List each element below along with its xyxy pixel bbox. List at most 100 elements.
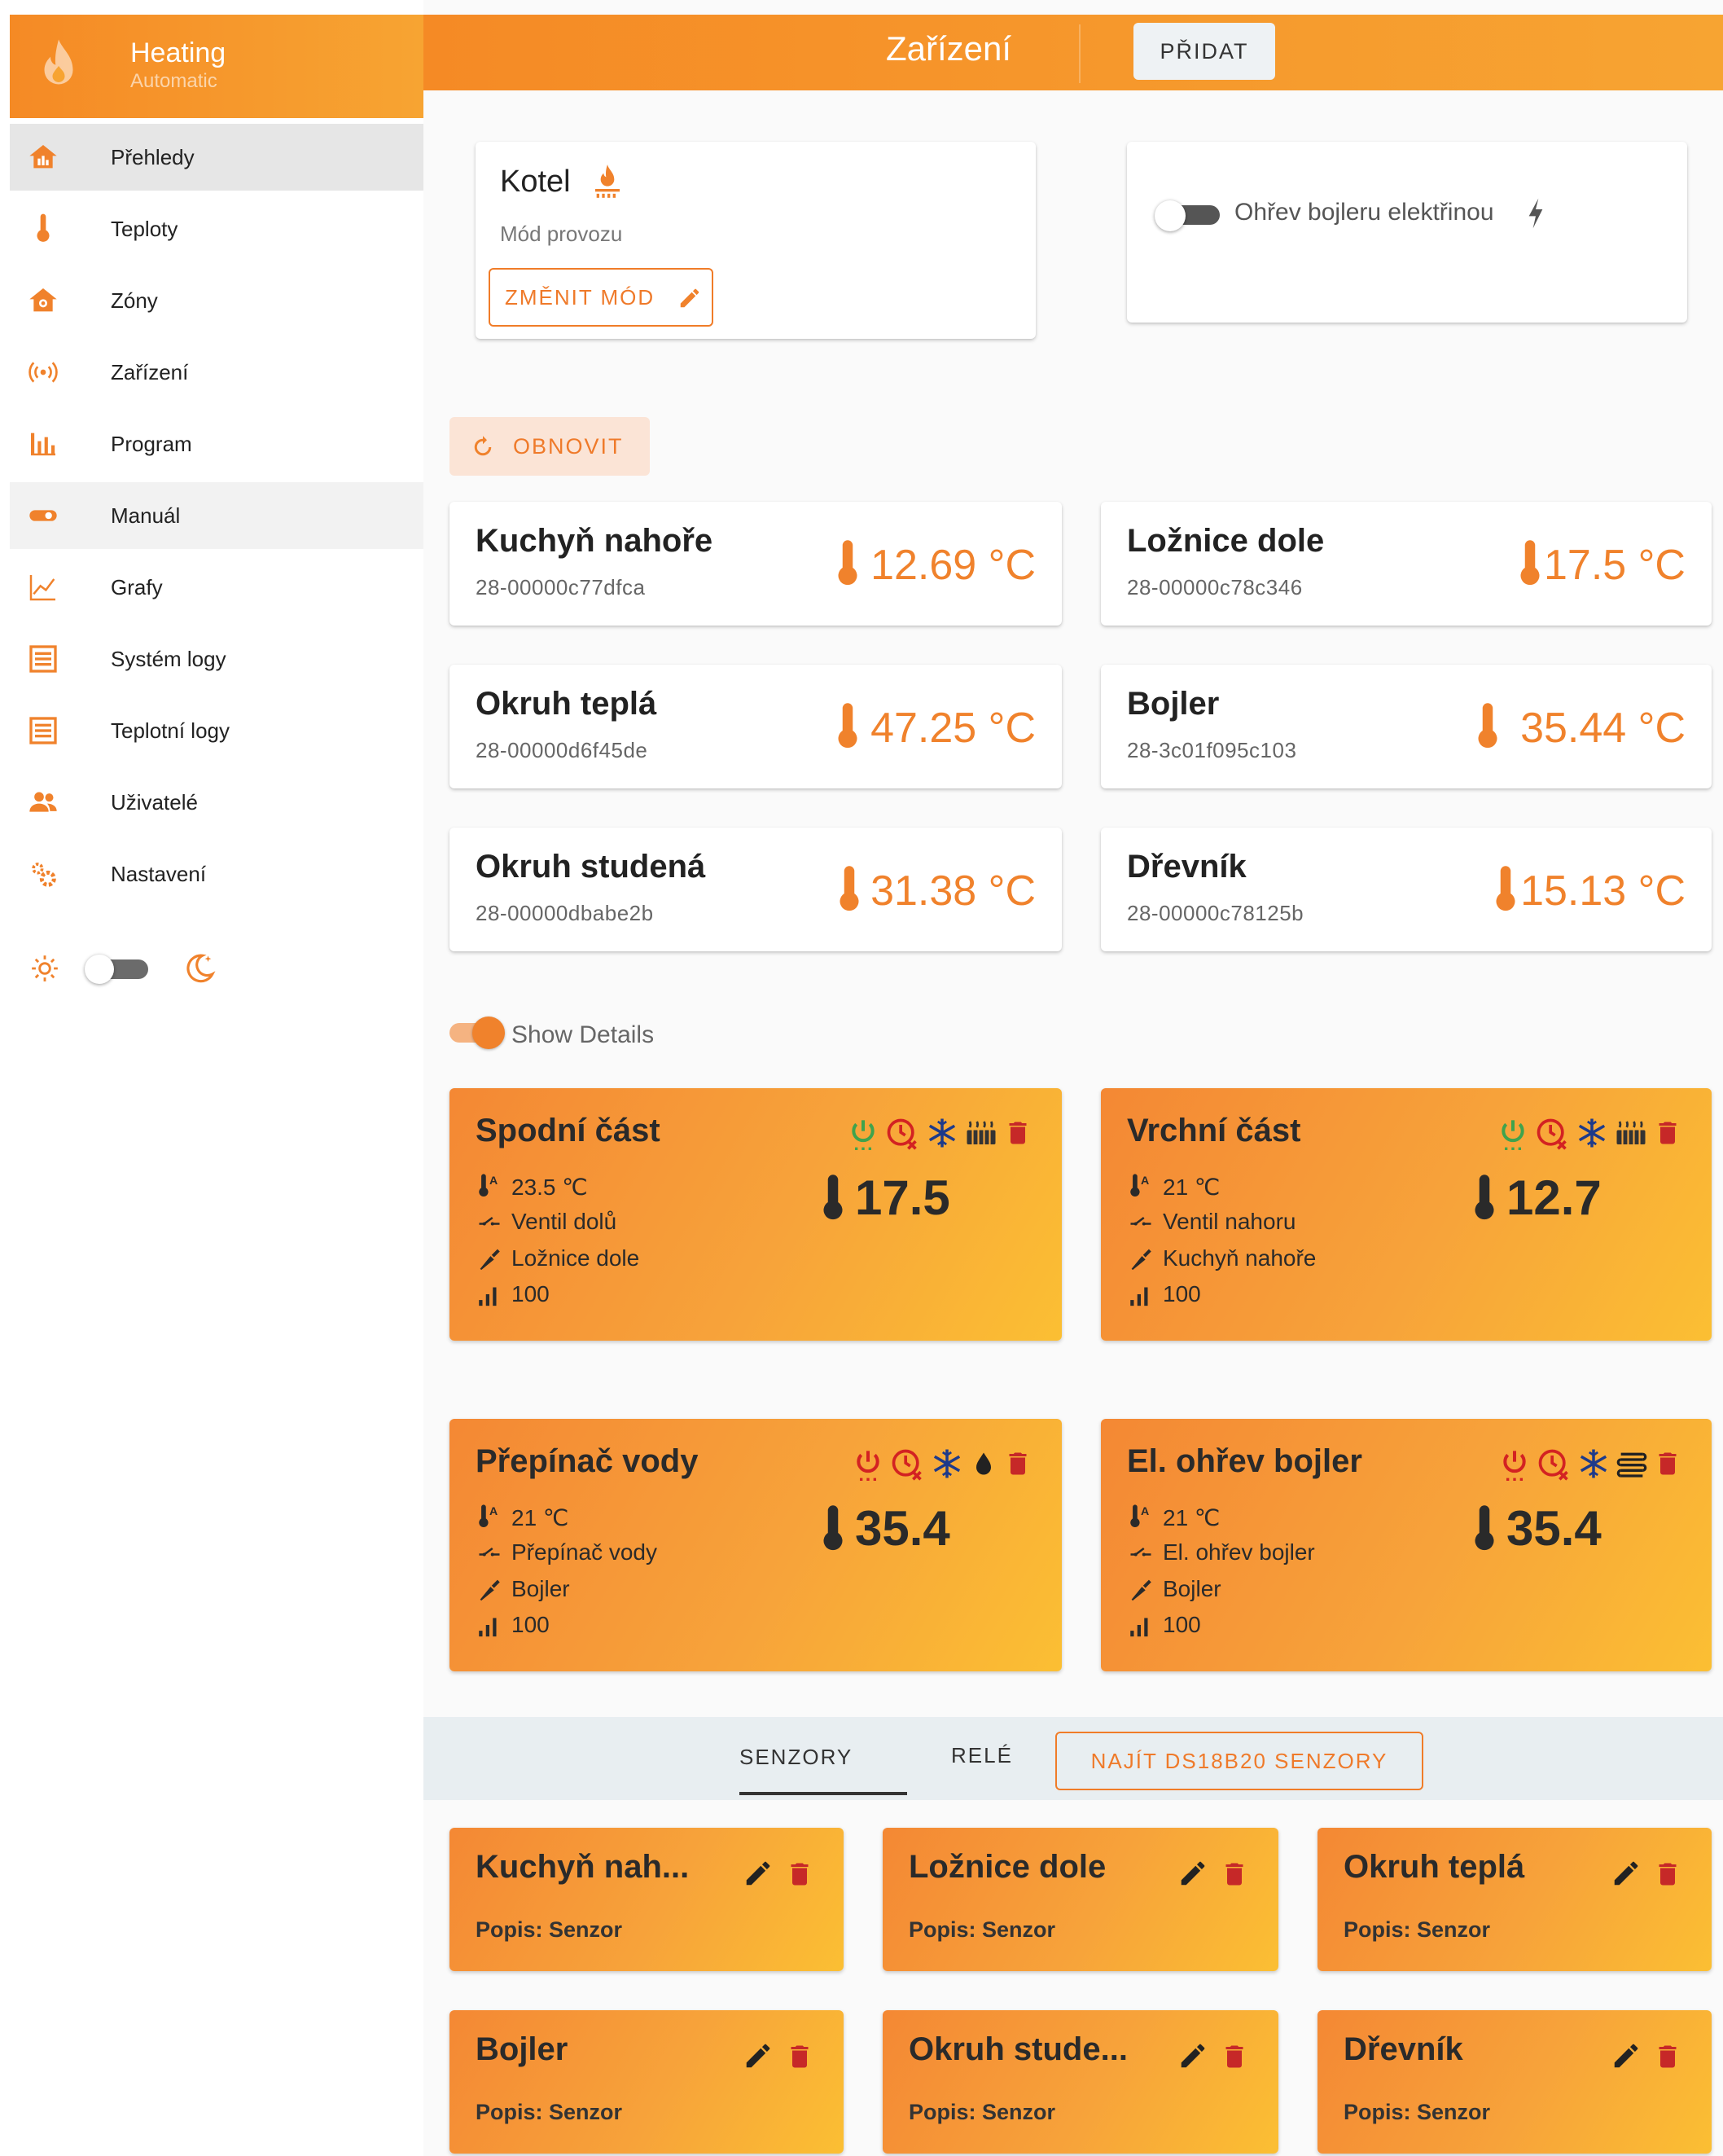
zone-name: Spodní část <box>476 1113 660 1148</box>
sensor-card-actions <box>1611 2040 1682 2074</box>
sidebar-item-manual[interactable]: Manuál <box>10 482 423 549</box>
sensor-name: Ložnice dole <box>1127 523 1325 559</box>
temperature-card[interactable]: Kuchyň nahoře 28-00000c77dfca 12.69 °C <box>449 502 1062 626</box>
snowflake-icon[interactable] <box>1576 1447 1611 1481</box>
thermometer-icon <box>838 540 857 586</box>
sensor-card[interactable]: Kuchyň nah... Popis: Senzor <box>449 1828 844 1971</box>
thermometer-icon <box>1475 1174 1494 1219</box>
add-device-button[interactable]: PŘIDAT <box>1133 23 1275 80</box>
temperature-card[interactable]: Ložnice dole 28-00000c78c346 17.5 °C <box>1101 502 1712 626</box>
snowflake-icon[interactable] <box>1575 1116 1609 1150</box>
sidebar-item-program[interactable]: Program <box>10 411 423 477</box>
zone-current-temp: 12.7 <box>1506 1170 1602 1225</box>
gears-icon <box>32 863 56 887</box>
sensor-card[interactable]: Dřevník Popis: Senzor <box>1317 2010 1712 2154</box>
boiler-card: Kotel Mód provozu ZMĚNIT MÓD <box>476 142 1036 339</box>
thermometer-icon <box>1520 540 1540 586</box>
tab-rele[interactable]: RELÉ <box>951 1743 1013 1768</box>
sidebar-item-teploty[interactable]: Teploty <box>10 195 423 262</box>
target-temp-icon: A <box>1130 1174 1149 1197</box>
electric-heating-toggle[interactable] <box>1155 199 1223 231</box>
sidebar-item-zarizeni[interactable]: Zařízení <box>10 339 423 406</box>
sensor-card-actions <box>1177 2040 1249 2074</box>
pencil-icon[interactable] <box>1611 1857 1642 1890</box>
schedule-off-icon[interactable] <box>889 1447 925 1482</box>
pencil-icon[interactable] <box>1177 2040 1208 2072</box>
delete-icon[interactable] <box>1220 1857 1249 1891</box>
temperature-card[interactable]: Okruh teplá 28-00000d6f45de 47.25 °C <box>449 665 1062 788</box>
schedule-off-icon[interactable] <box>1534 1116 1570 1152</box>
schedule-off-icon[interactable] <box>1536 1447 1572 1482</box>
sensor-card[interactable]: Okruh teplá Popis: Senzor <box>1317 1828 1712 1971</box>
zone-card[interactable]: Vrchní část A 21 ℃ Ventil nahoru Kuchyň … <box>1101 1088 1712 1341</box>
sensor-address: 28-00000c77dfca <box>476 575 646 599</box>
theme-toggle[interactable] <box>85 955 150 984</box>
sidebar-item-prehledy[interactable]: Přehledy <box>10 124 423 191</box>
sensor-card[interactable]: Okruh stude... Popis: Senzor <box>883 2010 1278 2154</box>
sensor-temperature: 15.13 °C <box>1520 867 1686 915</box>
sidebar-item-grafy[interactable]: Grafy <box>10 554 423 621</box>
zone-sensor-row: Bojler <box>1127 1575 1221 1603</box>
zone-relay: Ventil dolů <box>511 1209 617 1234</box>
brand-header[interactable]: Heating Automatic <box>10 15 423 118</box>
zone-card[interactable]: Spodní část A 23.5 ℃ Ventil dolů Ložnice… <box>449 1088 1062 1341</box>
top-app-bar: Zařízení PŘIDAT <box>423 15 1723 90</box>
delete-icon[interactable] <box>1653 1857 1682 1891</box>
zone-card[interactable]: El. ohřev bojler A 21 ℃ El. ohřev bojler… <box>1101 1419 1712 1671</box>
drop-icon[interactable] <box>969 1447 998 1481</box>
sensor-card-description: Popis: Senzor <box>1344 1917 1491 1942</box>
delete-icon[interactable] <box>1653 2040 1682 2074</box>
sidebar-item-label: Systém logy <box>111 646 226 671</box>
sidebar-item-system-logy[interactable]: Systém logy <box>10 626 423 692</box>
show-details-toggle[interactable] <box>449 1015 508 1049</box>
sidebar-item-nastaveni[interactable]: Nastavení <box>10 841 423 907</box>
delete-icon[interactable] <box>1003 1116 1032 1150</box>
delete-icon[interactable] <box>785 2040 814 2074</box>
zone-card[interactable]: Přepínač vody A 21 ℃ Přepínač vody Bojle… <box>449 1419 1062 1671</box>
temperature-card[interactable]: Okruh studená 28-00000dbabe2b 31.38 °C <box>449 828 1062 951</box>
probe-icon <box>480 1579 500 1601</box>
temperature-card[interactable]: Dřevník 28-00000c78125b 15.13 °C <box>1101 828 1712 951</box>
delete-icon[interactable] <box>1653 1116 1682 1150</box>
schedule-off-icon[interactable] <box>884 1116 920 1152</box>
pencil-icon[interactable] <box>743 2040 774 2072</box>
snowflake-icon[interactable] <box>930 1447 964 1481</box>
temperature-card[interactable]: Bojler 28-3c01f095c103 35.44 °C <box>1101 665 1712 788</box>
heater-icon[interactable] <box>964 1116 998 1150</box>
sensor-card-actions <box>743 2040 814 2074</box>
sensor-card[interactable]: Ložnice dole Popis: Senzor <box>883 1828 1278 1971</box>
flame-logo-icon <box>44 39 73 85</box>
sensor-name: Okruh teplá <box>476 686 657 722</box>
power-icon[interactable] <box>852 1447 884 1482</box>
power-icon[interactable] <box>1498 1447 1531 1482</box>
tab-senzory[interactable]: SENZORY <box>739 1745 853 1770</box>
snowflake-icon[interactable] <box>925 1116 959 1150</box>
sidebar-item-teplotni-logy[interactable]: Teplotní logy <box>10 697 423 764</box>
power-icon[interactable] <box>847 1116 879 1152</box>
sensor-name: Dřevník <box>1127 849 1247 885</box>
refresh-button[interactable]: OBNOVIT <box>449 417 650 476</box>
sidebar-item-zony[interactable]: Zóny <box>10 267 423 334</box>
sensor-card[interactable]: Bojler Popis: Senzor <box>449 2010 844 2154</box>
sensor-address: 28-00000c78c346 <box>1127 575 1303 599</box>
zone-sensor: Kuchyň nahoře <box>1163 1245 1317 1271</box>
change-mode-button[interactable]: ZMĚNIT MÓD <box>489 268 713 327</box>
zone-actions <box>847 1116 1032 1152</box>
pencil-icon[interactable] <box>1611 2040 1642 2072</box>
sensor-temperature: 31.38 °C <box>870 867 1036 915</box>
coil-icon[interactable] <box>1616 1447 1648 1481</box>
delete-icon[interactable] <box>1220 2040 1249 2074</box>
delete-icon[interactable] <box>1003 1447 1032 1481</box>
delete-icon[interactable] <box>1653 1447 1682 1481</box>
pencil-icon[interactable] <box>743 1857 774 1890</box>
power-icon[interactable] <box>1497 1116 1529 1152</box>
zone-name: Vrchní část <box>1127 1113 1301 1148</box>
heater-icon[interactable] <box>1614 1116 1648 1150</box>
delete-icon[interactable] <box>785 1857 814 1891</box>
refresh-icon <box>474 436 492 456</box>
pencil-icon[interactable] <box>1177 1857 1208 1890</box>
sensor-temperature: 47.25 °C <box>870 705 1036 752</box>
sidebar-item-uzivatele[interactable]: Uživatelé <box>10 769 423 836</box>
sensor-card-name: Ložnice dole <box>909 1849 1107 1885</box>
find-sensors-button[interactable]: NAJÍT DS18B20 SENZORY <box>1055 1732 1423 1790</box>
